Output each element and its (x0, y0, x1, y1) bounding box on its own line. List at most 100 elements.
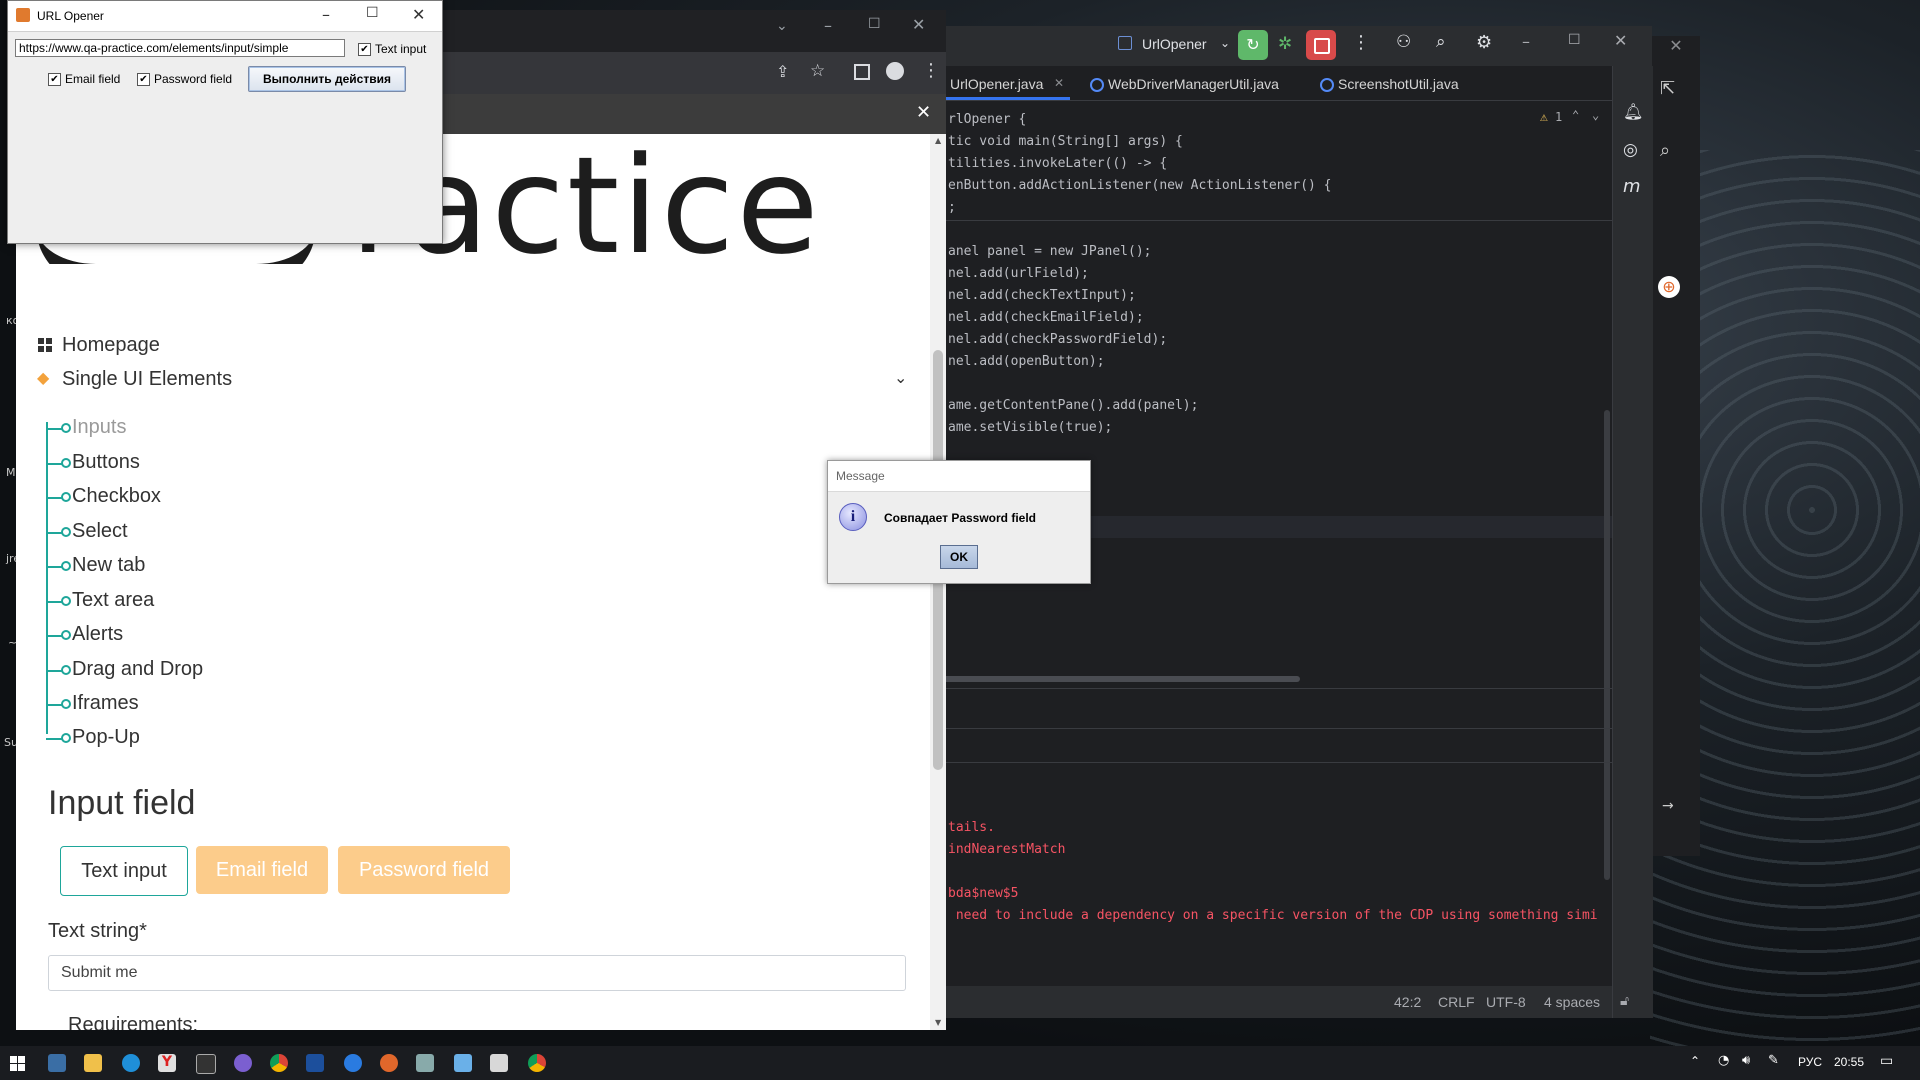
profile-avatar[interactable] (886, 62, 904, 80)
ok-button[interactable]: OK (940, 545, 978, 569)
ai-assistant-icon[interactable]: ◎ (1623, 140, 1638, 160)
text-string-input[interactable]: Submit me (48, 955, 906, 991)
debug-icon[interactable]: ✲ (1278, 34, 1292, 54)
tab-text-input[interactable]: Text input (60, 846, 188, 896)
chevron-down-icon[interactable]: ⌄ (1592, 108, 1599, 122)
nav-pop-up[interactable]: Pop-Up (72, 726, 140, 749)
bookmark-star-icon[interactable]: ☆ (810, 61, 825, 81)
minimize-icon[interactable]: – (824, 16, 832, 35)
maven-icon[interactable]: m (1623, 176, 1641, 197)
yandex-icon[interactable]: Y (158, 1054, 176, 1072)
run-actions-button[interactable]: Выполнить действия (248, 66, 406, 92)
url-field[interactable]: https://www.qa-practice.com/elements/inp… (15, 39, 345, 57)
nav-inputs[interactable]: Inputs (72, 416, 126, 439)
nav-drag-and-drop[interactable]: Drag and Drop (72, 658, 203, 681)
url-opener-titlebar: URL Opener – ☐ ✕ (8, 1, 442, 32)
email-field-checkbox[interactable]: ✔ (48, 73, 61, 86)
close-icon[interactable]: ✕ (1614, 31, 1627, 50)
maximize-icon[interactable]: ☐ (868, 16, 881, 32)
java-icon (16, 8, 30, 22)
run-config-select[interactable]: UrlOpener (1142, 36, 1207, 52)
taskbar-app-icon[interactable] (48, 1054, 66, 1072)
edge-icon[interactable] (122, 1054, 140, 1072)
chrome-icon[interactable] (270, 1054, 288, 1072)
chevron-down-icon[interactable]: ⌄ (894, 368, 907, 387)
external-link-icon[interactable]: ⇱ (1660, 78, 1675, 99)
nav-checkbox[interactable]: Checkbox (72, 485, 161, 508)
add-user-icon[interactable]: ⚇ (1396, 32, 1411, 52)
code-line: ; (948, 200, 956, 215)
tab-screenshotutil[interactable]: ScreenshotUtil.java (1338, 76, 1459, 92)
stop-button[interactable] (1306, 30, 1336, 60)
chevron-down-icon[interactable]: ⌄ (776, 18, 788, 34)
password-field-checkbox[interactable]: ✔ (137, 73, 150, 86)
start-icon[interactable] (10, 1056, 25, 1071)
java-app-icon[interactable] (490, 1054, 508, 1072)
nav-buttons[interactable]: Buttons (72, 451, 140, 474)
terminal-icon[interactable] (196, 1054, 216, 1074)
more-icon[interactable]: ⋮ (1352, 32, 1370, 53)
clock[interactable]: 20:55 (1834, 1055, 1864, 1069)
more-icon[interactable]: ⋮ (922, 60, 940, 81)
close-icon[interactable]: ✕ (912, 15, 925, 34)
nav-alerts[interactable]: Alerts (72, 623, 123, 646)
nav-homepage[interactable]: Homepage (62, 334, 160, 357)
text-input-checkbox[interactable]: ✔ (358, 43, 371, 56)
app-icon[interactable] (416, 1054, 434, 1072)
minimize-icon[interactable]: – (322, 5, 330, 24)
rerun-icon[interactable]: ↻ (1238, 30, 1268, 60)
tab-urlopener[interactable]: UrlOpener.java (950, 76, 1043, 92)
cursor-position[interactable]: 42:2 (1394, 994, 1421, 1010)
notifications-icon[interactable]: 🔔︎ (1623, 102, 1643, 121)
intellij-icon[interactable] (306, 1054, 324, 1072)
editor-scrollbar[interactable] (1604, 410, 1610, 880)
chevron-up-icon[interactable]: ⌃ (1690, 1054, 1700, 1068)
app-icon[interactable] (234, 1054, 252, 1072)
lock-icon[interactable]: 🔓︎ (1620, 992, 1629, 1009)
language-indicator[interactable]: РУС (1798, 1055, 1822, 1069)
maximize-icon[interactable]: ☐ (1568, 32, 1581, 48)
line-separator[interactable]: CRLF (1438, 994, 1475, 1010)
overwolf-icon[interactable]: ⊕ (1658, 276, 1680, 298)
tab-email-field[interactable]: Email field (196, 846, 328, 894)
tab-password-field[interactable]: Password field (338, 846, 510, 894)
pen-icon[interactable]: ✎ (1768, 1053, 1779, 1068)
nav-iframes[interactable]: Iframes (72, 692, 139, 715)
chevron-up-icon[interactable]: ⌃ (1572, 108, 1579, 122)
arrow-right-icon[interactable]: → (1662, 798, 1674, 814)
horizontal-scrollbar[interactable] (940, 676, 1300, 682)
nav-new-tab[interactable]: New tab (72, 554, 145, 577)
notifications-icon[interactable]: ▭ (1880, 1053, 1893, 1069)
close-icon[interactable]: ✕ (1652, 36, 1700, 58)
desktop-label: М (6, 466, 16, 479)
file-encoding[interactable]: UTF-8 (1486, 994, 1526, 1010)
tab-webdrivermanagerutil[interactable]: WebDriverManagerUtil.java (1108, 76, 1279, 92)
nav-select[interactable]: Select (72, 520, 128, 543)
nav-text-area[interactable]: Text area (72, 589, 154, 612)
app-icon[interactable] (454, 1054, 472, 1072)
chevron-down-icon[interactable]: ⌄ (1220, 36, 1230, 50)
nav-single-ui-elements[interactable]: Single UI Elements (62, 368, 232, 391)
maximize-icon[interactable]: ☐ (366, 5, 379, 21)
volume-icon[interactable]: 🔊︎ (1742, 1053, 1750, 1068)
search-icon[interactable]: ⌕ (1660, 140, 1670, 161)
close-infobar-icon[interactable]: ✕ (916, 102, 931, 123)
sidepanel-icon[interactable] (854, 64, 870, 80)
scroll-up-icon[interactable]: ▲ (935, 136, 941, 145)
share-icon[interactable]: ⇪ (776, 62, 789, 81)
file-explorer-icon[interactable] (84, 1054, 102, 1072)
chrome-icon[interactable] (528, 1054, 546, 1072)
scroll-down-icon[interactable]: ▼ (935, 1018, 941, 1027)
indent-setting[interactable]: 4 spaces (1544, 994, 1600, 1010)
close-tab-icon[interactable]: ✕ (1054, 76, 1064, 90)
search-icon[interactable]: ⌕ (1436, 32, 1446, 52)
network-icon[interactable]: ◔ (1718, 1053, 1729, 1068)
code-line: nel.add(checkEmailField); (948, 310, 1144, 325)
warning-icon[interactable]: ⚠ (1540, 110, 1548, 125)
console-line: need to include a dependency on a specif… (948, 908, 1598, 923)
app-icon[interactable] (344, 1054, 362, 1072)
overwolf-icon[interactable] (380, 1054, 398, 1072)
close-icon[interactable]: ✕ (412, 5, 425, 24)
settings-icon[interactable]: ⚙ (1476, 32, 1492, 53)
minimize-icon[interactable]: – (1522, 32, 1530, 51)
